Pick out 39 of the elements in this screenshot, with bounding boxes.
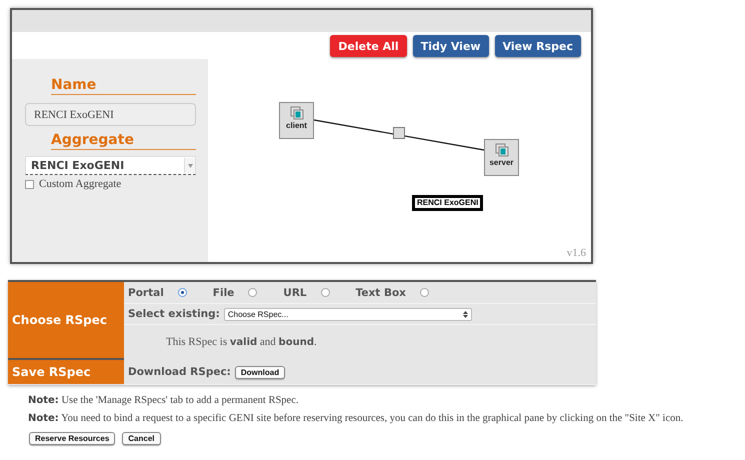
- action-button[interactable]: Reserve Resources: [29, 432, 116, 445]
- radio-button[interactable]: [178, 288, 187, 297]
- action-button[interactable]: Cancel: [122, 432, 161, 445]
- host-node[interactable]: server: [484, 139, 519, 176]
- radio-label: URL: [283, 286, 307, 298]
- aggregate-dropdown[interactable]: RENCI ExoGENI: [25, 156, 196, 175]
- checkbox-label: Custom Aggregate: [39, 178, 122, 190]
- node-label: server: [489, 158, 514, 167]
- caret-icon: [184, 158, 195, 173]
- vm-icon: [494, 143, 508, 157]
- radio-button[interactable]: [320, 288, 330, 297]
- field-label: Select existing:: [128, 308, 220, 320]
- delete-all-button[interactable]: Delete All: [330, 35, 407, 57]
- version-label: v1.6: [566, 247, 586, 259]
- toolbar-button[interactable]: Tidy View: [412, 35, 489, 57]
- vm-icon: [290, 106, 304, 120]
- host-node[interactable]: client: [279, 102, 314, 139]
- radio-label: Portal: [128, 286, 164, 298]
- status-text: This RSpec is valid and bound.: [165, 336, 317, 348]
- link-node[interactable]: [393, 127, 405, 139]
- rspec-dropdown[interactable]: Choose RSpec...: [224, 308, 472, 320]
- name-field[interactable]: RENCI ExoGENI: [25, 103, 196, 126]
- row-heading: Save RSpec: [8, 358, 124, 384]
- row-heading: Choose RSpec: [8, 282, 124, 358]
- section-heading: Aggregate: [51, 132, 196, 150]
- site-label[interactable]: RENCI ExoGENI: [413, 196, 482, 210]
- field-label: Download RSpec:: [128, 366, 231, 378]
- radio-label: File: [212, 286, 234, 298]
- note-text: Note: Use the 'Manage RSpecs' tab to add a permanent RSpec.: [28, 395, 300, 406]
- note-text: Note: You need to bind a request to a specific GENI site before reserving resources, you can do this in the graphical pane by clicking on the "Site X" icon.: [28, 413, 684, 424]
- radio-button[interactable]: [420, 288, 429, 297]
- section-heading: Name: [51, 77, 196, 95]
- node-label: client: [286, 121, 307, 130]
- radio-button[interactable]: [248, 288, 258, 297]
- toolbar-button[interactable]: View Rspec: [494, 35, 581, 57]
- radio-label: Text Box: [356, 286, 406, 298]
- download-button[interactable]: Download: [234, 366, 286, 378]
- checkbox[interactable]: [25, 180, 34, 188]
- updown-caret-icon: [462, 310, 468, 318]
